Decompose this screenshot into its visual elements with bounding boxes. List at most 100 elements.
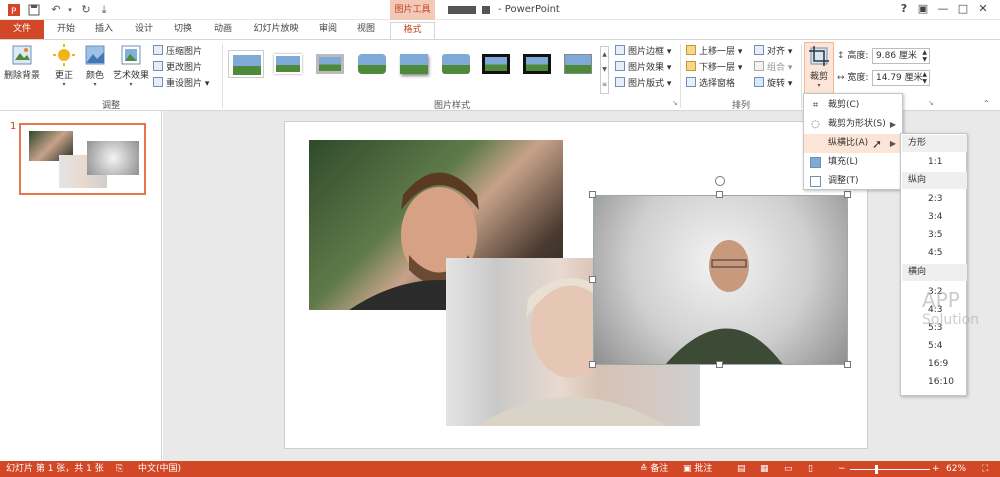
aspect-1-1[interactable]: 1:1 [902, 153, 967, 171]
picture-style-thumbnail[interactable] [560, 50, 596, 78]
resize-handle[interactable] [589, 361, 596, 368]
tab-view[interactable]: 视图 [352, 22, 380, 39]
picture-style-thumbnail[interactable] [396, 50, 432, 78]
gallery-scroll[interactable]: ▲ ▼ ≡ [600, 46, 609, 94]
tab-format[interactable]: 格式 [390, 22, 435, 39]
zoom-out-button[interactable]: − [838, 463, 846, 475]
tab-file[interactable]: 文件 [0, 20, 44, 39]
tab-review[interactable]: 审阅 [314, 22, 342, 39]
group-label: 组合 [767, 63, 786, 73]
fit-slide-icon[interactable]: ⛶ [982, 463, 988, 475]
tab-home[interactable]: 开始 [52, 22, 80, 39]
group-button[interactable]: 组合 ▾ [754, 61, 792, 75]
change-picture-button[interactable]: 更改图片 [153, 61, 202, 75]
picture-layout-button[interactable]: 图片版式 ▾ [615, 77, 671, 91]
ribbon-display-options-icon[interactable]: ▣ [916, 2, 930, 16]
picture-border-button[interactable]: 图片边框 ▾ [615, 45, 671, 59]
corrections-button[interactable]: 更正 ▾ [48, 44, 80, 88]
comments-button[interactable]: ▣ 批注 [683, 463, 712, 475]
tab-transitions[interactable]: 切换 [169, 22, 197, 39]
selection-pane-button[interactable]: 选择窗格 [686, 77, 735, 91]
resize-handle[interactable] [716, 361, 723, 368]
photo-man-with-glasses[interactable] [593, 195, 848, 365]
artistic-effects-button[interactable]: 艺术效果 ▾ [110, 44, 152, 88]
aspect-3-5[interactable]: 3:5 [902, 226, 967, 244]
notes-button[interactable]: ≙ 备注 [640, 463, 668, 475]
undo-icon[interactable]: ↶ [50, 4, 62, 16]
send-backward-button[interactable]: 下移一层 ▾ [686, 61, 742, 75]
zoom-in-button[interactable]: + [932, 463, 940, 475]
save-icon[interactable] [28, 4, 40, 16]
picture-style-thumbnail[interactable] [228, 50, 264, 78]
picture-style-thumbnail[interactable] [354, 50, 390, 78]
resize-handle[interactable] [589, 276, 596, 283]
normal-view-icon[interactable]: ▤ [737, 463, 746, 475]
zoom-slider[interactable] [850, 469, 930, 470]
language-status[interactable]: 中文(中国) [138, 463, 181, 475]
customize-qat-icon[interactable]: ⤓ [98, 4, 110, 16]
spell-check-icon[interactable]: ⎘ [116, 463, 123, 475]
tab-slideshow[interactable]: 幻灯片放映 [250, 22, 302, 39]
color-dropdown-icon: ▾ [93, 81, 97, 88]
minimize-button[interactable]: — [936, 2, 950, 16]
zoom-slider-thumb[interactable] [875, 465, 878, 474]
reading-view-icon[interactable]: ▭ [784, 463, 793, 475]
picture-style-thumbnail[interactable] [270, 50, 306, 78]
compress-pictures-button[interactable]: 压缩图片 [153, 45, 202, 59]
undo-dropdown-icon[interactable]: ▾ [64, 4, 76, 16]
corrections-dropdown-icon: ▾ [62, 81, 66, 88]
align-label: 对齐 [767, 47, 786, 57]
slide-sorter-icon[interactable]: ▦ [760, 463, 769, 475]
group-icon [754, 61, 764, 71]
menu-item-crop-to-shape[interactable]: ◌ 裁剪为形状(S) ▶ [804, 115, 902, 134]
width-field[interactable]: 14.79 厘米 ▲ ▼ [872, 70, 930, 86]
menu-item-crop[interactable]: ⌗ 裁剪(C) [804, 96, 902, 115]
mouse-cursor-icon: ➚ [872, 137, 883, 151]
height-field[interactable]: 9.86 厘米 ▲ ▼ [872, 48, 930, 64]
bring-forward-button[interactable]: 上移一层 ▾ [686, 45, 742, 59]
resize-handle[interactable] [844, 191, 851, 198]
aspect-16-9[interactable]: 16:9 [902, 355, 967, 373]
picture-style-thumbnail[interactable] [438, 50, 474, 78]
tab-insert[interactable]: 插入 [90, 22, 118, 39]
slide-thumbnail[interactable] [19, 123, 146, 195]
redo-icon[interactable]: ↻ [80, 4, 92, 16]
reset-picture-button[interactable]: 重设图片 ▾ [153, 77, 209, 91]
remove-background-button[interactable]: 删除背景 [2, 44, 42, 81]
fill-icon [810, 157, 821, 168]
width-spinner[interactable]: ▲ ▼ [922, 71, 927, 85]
tab-animations[interactable]: 动画 [209, 22, 237, 39]
reset-picture-icon [153, 77, 163, 87]
picture-style-thumbnail[interactable] [478, 50, 514, 78]
rotate-handle-icon[interactable] [715, 176, 725, 186]
size-launcher-icon[interactable]: ↘ [928, 99, 934, 107]
resize-handle[interactable] [589, 191, 596, 198]
menu-item-fill[interactable]: 填充(L) [804, 153, 902, 172]
collapse-ribbon-icon[interactable]: ⌃ [983, 99, 990, 108]
picture-effects-button[interactable]: 图片效果 ▾ [615, 61, 671, 75]
color-button[interactable]: 颜色 ▾ [80, 44, 110, 88]
slideshow-view-icon[interactable]: ▯ [808, 463, 813, 475]
aspect-3-4[interactable]: 3:4 [902, 208, 967, 226]
zoom-level[interactable]: 62% [946, 463, 966, 475]
resize-handle[interactable] [716, 191, 723, 198]
close-button[interactable]: ✕ [976, 2, 990, 16]
align-button[interactable]: 对齐 ▾ [754, 45, 792, 59]
crop-button[interactable]: 裁剪 ▾ [804, 42, 834, 94]
aspect-2-3[interactable]: 2:3 [902, 190, 967, 208]
picture-styles-launcher-icon[interactable]: ↘ [672, 99, 678, 107]
menu-item-aspect-ratio[interactable]: 纵横比(A) ▶ [804, 134, 902, 153]
aspect-4-5[interactable]: 4:5 [902, 244, 967, 262]
height-spinner[interactable]: ▲ ▼ [922, 49, 927, 63]
rotate-button[interactable]: 旋转 ▾ [754, 77, 792, 91]
picture-style-thumbnail[interactable] [312, 50, 348, 78]
menu-item-aspect-ratio-label: 纵横比(A) [828, 138, 869, 148]
color-label: 颜色 [85, 71, 104, 81]
picture-style-thumbnail[interactable] [519, 50, 555, 78]
menu-item-fit[interactable]: 调整(T) [804, 172, 902, 191]
help-button[interactable]: ? [897, 2, 911, 16]
resize-handle[interactable] [844, 361, 851, 368]
tab-design[interactable]: 设计 [130, 22, 158, 39]
maximize-button[interactable]: □ [956, 2, 970, 16]
aspect-16-10[interactable]: 16:10 [902, 373, 967, 391]
